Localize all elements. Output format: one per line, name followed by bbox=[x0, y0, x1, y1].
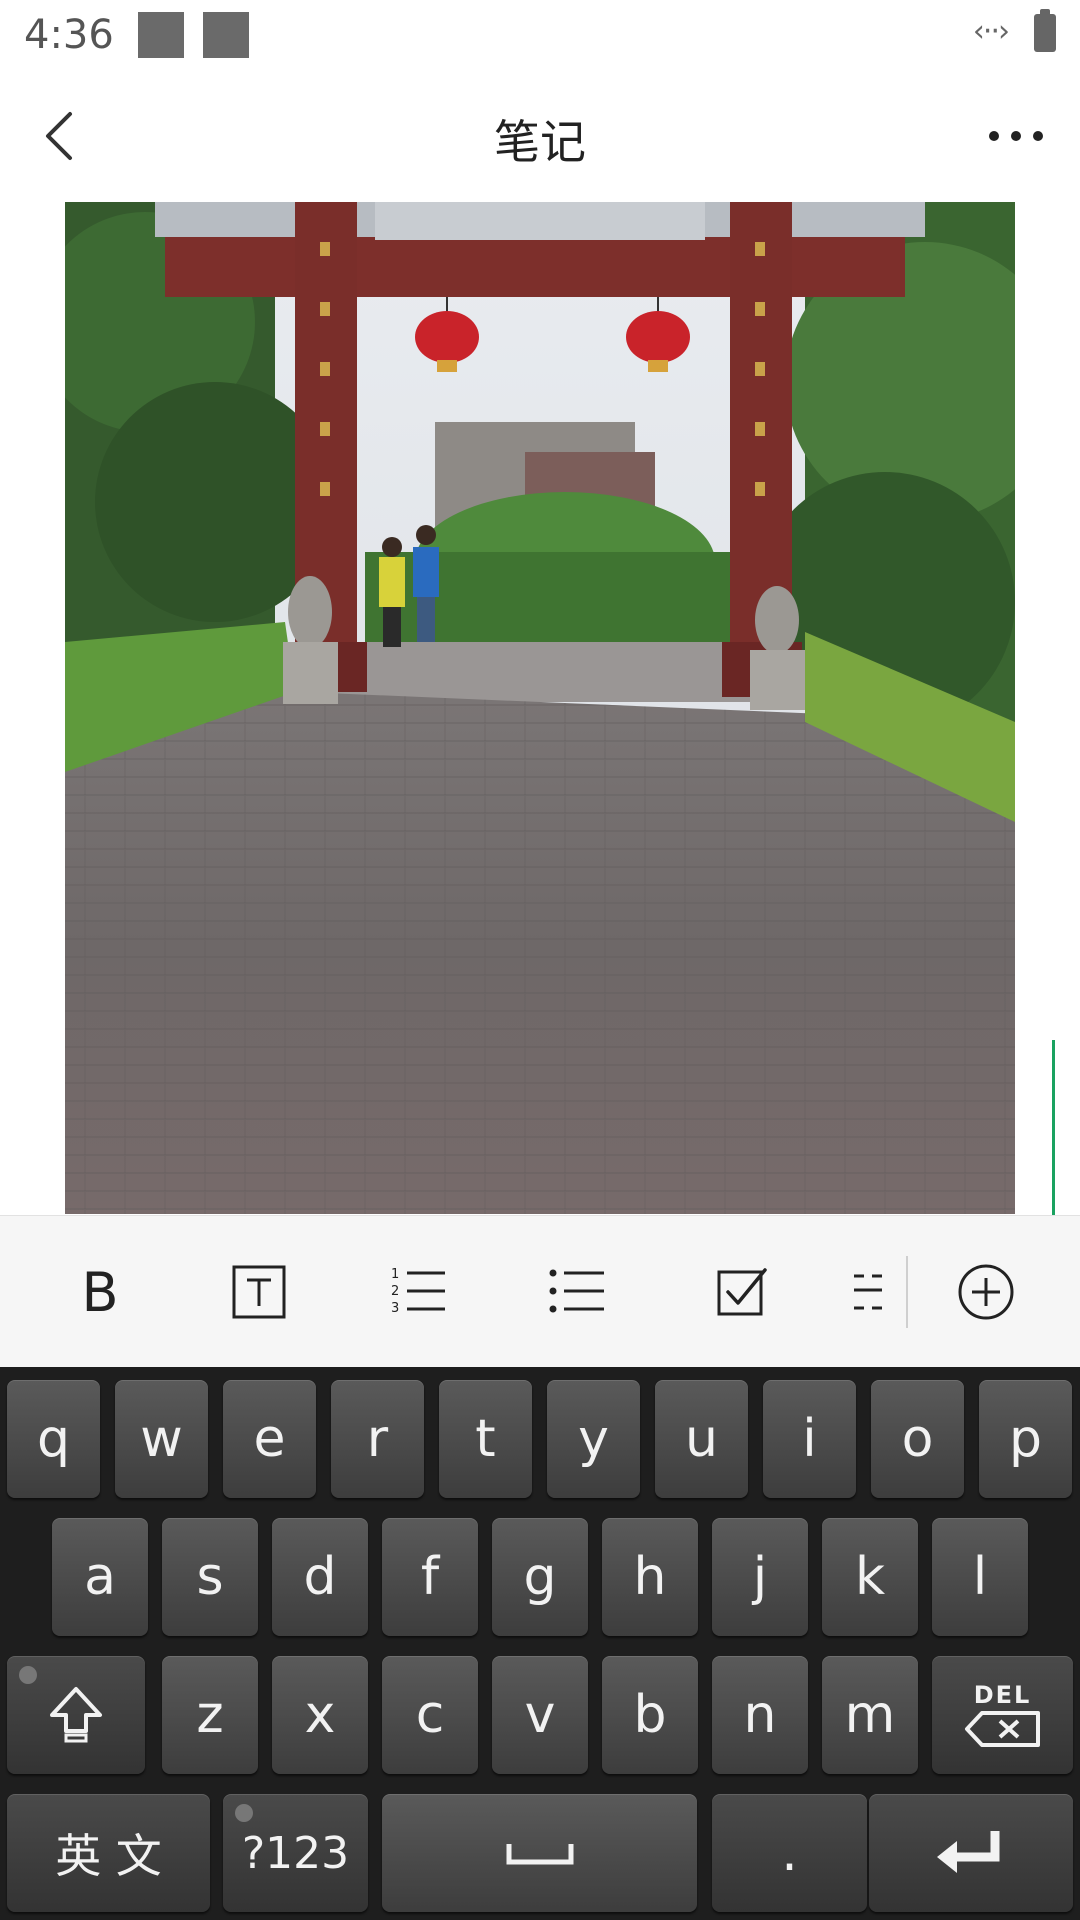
key-c[interactable]: c bbox=[382, 1656, 478, 1774]
bullet-list-icon bbox=[549, 1269, 604, 1313]
space-key[interactable] bbox=[382, 1794, 697, 1912]
bold-icon: B bbox=[81, 1260, 119, 1324]
add-button[interactable] bbox=[938, 1244, 1034, 1340]
divider-button[interactable] bbox=[840, 1244, 900, 1340]
indicator-dot bbox=[19, 1666, 37, 1684]
key-o[interactable]: o bbox=[871, 1380, 964, 1498]
shift-key[interactable] bbox=[7, 1656, 145, 1774]
battery-icon bbox=[1034, 9, 1056, 52]
language-label: 英 文 bbox=[55, 1829, 162, 1883]
key-f[interactable]: f bbox=[382, 1518, 478, 1636]
key-s[interactable]: s bbox=[162, 1518, 258, 1636]
key-q[interactable]: q bbox=[7, 1380, 100, 1498]
soft-keyboard: q w e r t y u i o p a s d f g h j k l z … bbox=[0, 1367, 1080, 1920]
period-key[interactable]: . bbox=[712, 1794, 867, 1912]
key-z[interactable]: z bbox=[162, 1656, 258, 1774]
status-time: 4:36 bbox=[24, 12, 114, 58]
svg-text:2: 2 bbox=[391, 1284, 399, 1299]
svg-text:3: 3 bbox=[391, 1301, 399, 1316]
space-icon bbox=[506, 1844, 573, 1865]
text-style-button[interactable] bbox=[211, 1244, 307, 1340]
key-i[interactable]: i bbox=[763, 1380, 856, 1498]
key-g[interactable]: g bbox=[492, 1518, 588, 1636]
toolbar-divider bbox=[906, 1256, 908, 1328]
shift-icon bbox=[50, 1687, 102, 1743]
text-cursor bbox=[1052, 1040, 1055, 1215]
enter-key[interactable] bbox=[869, 1794, 1073, 1912]
key-y[interactable]: y bbox=[547, 1380, 640, 1498]
app-bar: 笔记 bbox=[0, 76, 1080, 200]
svg-text:1: 1 bbox=[391, 1267, 399, 1282]
key-t[interactable]: t bbox=[439, 1380, 532, 1498]
text-style-icon bbox=[232, 1265, 286, 1319]
delete-key[interactable]: DEL bbox=[932, 1656, 1073, 1774]
key-v[interactable]: v bbox=[492, 1656, 588, 1774]
add-circle-icon bbox=[958, 1264, 1014, 1320]
symbols-key[interactable]: ?123 bbox=[223, 1794, 368, 1912]
notification-icon bbox=[203, 12, 249, 58]
key-r[interactable]: r bbox=[331, 1380, 424, 1498]
backspace-icon bbox=[964, 1711, 1040, 1747]
key-x[interactable]: x bbox=[272, 1656, 368, 1774]
numbered-list-icon: 1 2 3 bbox=[391, 1267, 445, 1316]
key-u[interactable]: u bbox=[655, 1380, 748, 1498]
key-w[interactable]: w bbox=[115, 1380, 208, 1498]
key-n[interactable]: n bbox=[712, 1656, 808, 1774]
divider-icon bbox=[854, 1274, 882, 1310]
key-a[interactable]: a bbox=[52, 1518, 148, 1636]
more-button[interactable] bbox=[980, 106, 1052, 166]
language-key[interactable]: 英 文 bbox=[7, 1794, 210, 1912]
enter-icon bbox=[937, 1831, 1000, 1873]
checkbox-button[interactable] bbox=[695, 1244, 791, 1340]
indicator-dot bbox=[235, 1804, 253, 1822]
key-j[interactable]: j bbox=[712, 1518, 808, 1636]
bold-button[interactable]: B bbox=[52, 1244, 148, 1340]
key-h[interactable]: h bbox=[602, 1518, 698, 1636]
key-k[interactable]: k bbox=[822, 1518, 918, 1636]
key-m[interactable]: m bbox=[822, 1656, 918, 1774]
key-l[interactable]: l bbox=[932, 1518, 1028, 1636]
data-transfer-icon: ‹··› bbox=[972, 14, 1010, 49]
key-e[interactable]: e bbox=[223, 1380, 316, 1498]
notification-icon bbox=[138, 12, 184, 58]
more-horizontal-icon bbox=[989, 131, 1043, 141]
key-d[interactable]: d bbox=[272, 1518, 368, 1636]
note-photo[interactable] bbox=[65, 202, 1015, 1214]
format-toolbar: B 1 2 3 bbox=[0, 1215, 1080, 1368]
delete-label: DEL bbox=[973, 1681, 1032, 1709]
key-p[interactable]: p bbox=[979, 1380, 1072, 1498]
photo-image bbox=[65, 202, 1015, 1214]
bullet-list-button[interactable] bbox=[530, 1244, 626, 1340]
page-title: 笔记 bbox=[494, 115, 586, 169]
key-b[interactable]: b bbox=[602, 1656, 698, 1774]
checkbox-icon bbox=[717, 1268, 767, 1316]
numbered-list-button[interactable]: 1 2 3 bbox=[371, 1244, 467, 1340]
symbols-label: ?123 bbox=[241, 1827, 350, 1879]
status-bar: 4:36 ‹··› bbox=[0, 0, 1080, 76]
